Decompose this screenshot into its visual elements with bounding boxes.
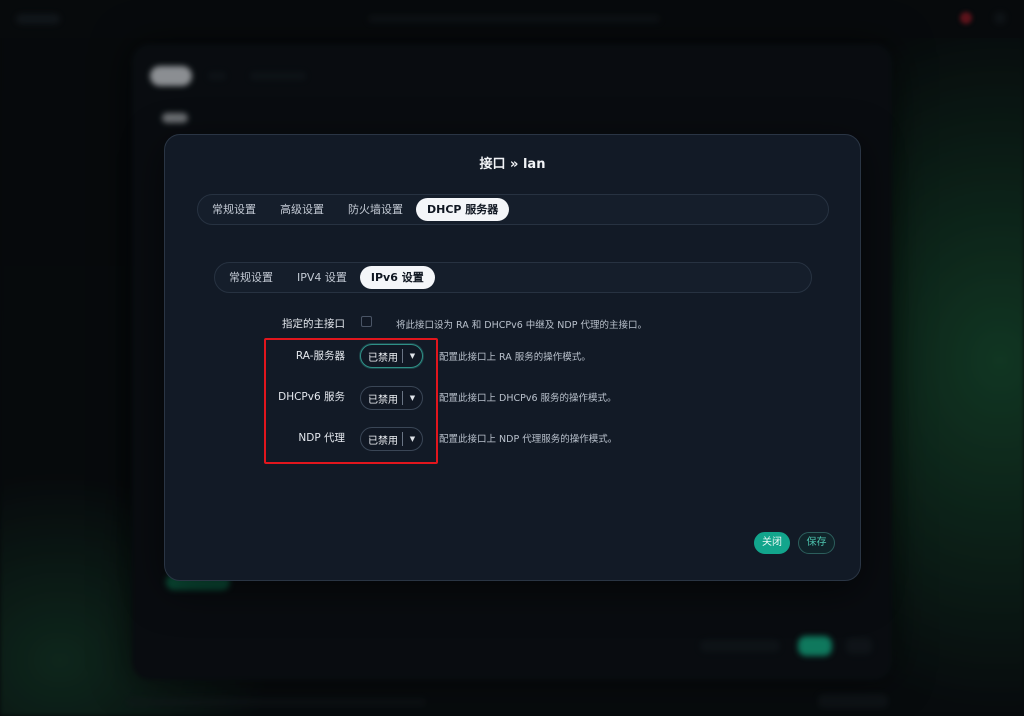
- tab-advanced[interactable]: 高级设置: [269, 198, 335, 221]
- dhcpv6-service-help: 配置此接口上 DHCPv6 服务的操作模式。: [439, 393, 617, 404]
- master-interface-label: 指定的主接口: [282, 318, 345, 330]
- close-button[interactable]: 关闭: [754, 532, 790, 554]
- dialog-title: 接口 » lan: [479, 157, 546, 172]
- annotation-highlight-box: [264, 338, 438, 464]
- main-tabbar: 常规设置 高级设置 防火墙设置 DHCP 服务器: [197, 194, 829, 225]
- sub-tabbar: 常规设置 IPV4 设置 IPv6 设置: [214, 262, 812, 293]
- tab-dhcp-server[interactable]: DHCP 服务器: [416, 198, 510, 221]
- tab-firewall[interactable]: 防火墙设置: [337, 198, 414, 221]
- subtab-ipv4[interactable]: IPV4 设置: [286, 266, 358, 289]
- master-interface-checkbox[interactable]: [361, 316, 372, 327]
- ra-server-help: 配置此接口上 RA 服务的操作模式。: [439, 352, 591, 363]
- master-interface-help: 将此接口设为 RA 和 DHCPv6 中继及 NDP 代理的主接口。: [396, 320, 647, 331]
- subtab-general[interactable]: 常规设置: [218, 266, 284, 289]
- ndp-proxy-help: 配置此接口上 NDP 代理服务的操作模式。: [439, 434, 618, 445]
- tab-general[interactable]: 常规设置: [201, 198, 267, 221]
- subtab-ipv6[interactable]: IPv6 设置: [359, 266, 435, 289]
- save-button[interactable]: 保存: [798, 532, 835, 554]
